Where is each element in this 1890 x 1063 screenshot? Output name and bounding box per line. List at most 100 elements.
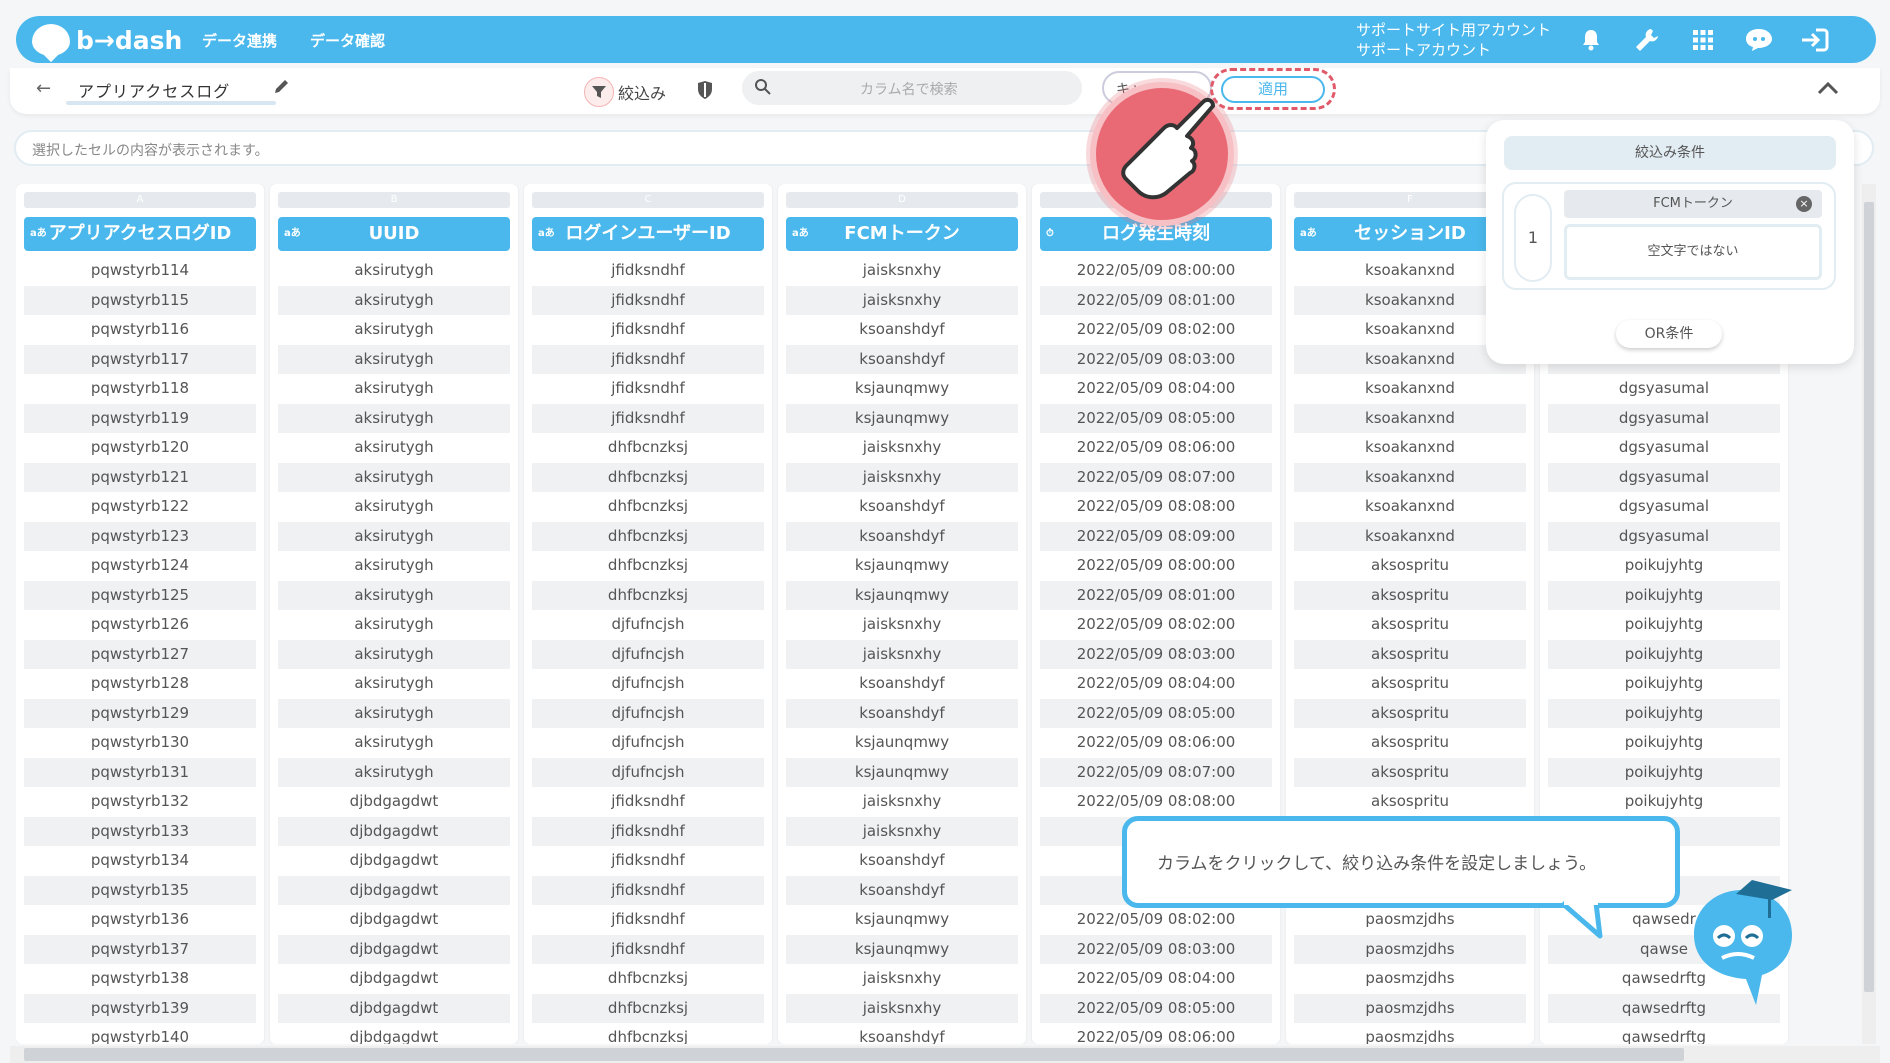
table-cell[interactable]: jfidksndhf [532,875,764,905]
table-cell[interactable]: 2022/05/09 08:01:00 [1040,580,1272,610]
table-cell[interactable]: aksirutygh [278,728,510,758]
table-cell[interactable]: aksirutygh [278,433,510,463]
table-cell[interactable]: aksospritu [1294,757,1526,787]
column-header[interactable]: aあ FCMトークン [786,217,1018,251]
column-header[interactable]: aあ UUID [278,217,510,251]
table-cell[interactable]: pqwstyrb131 [24,757,256,787]
table-cell[interactable]: dgsyasumal [1548,492,1780,522]
table-cell[interactable]: jfidksndhf [532,256,764,286]
table-cell[interactable]: 2022/05/09 08:06:00 [1040,433,1272,463]
table-cell[interactable]: aksirutygh [278,315,510,345]
filter-condition-card[interactable]: 1 FCMトークン × 空文字ではない [1502,182,1836,290]
table-cell[interactable]: pqwstyrb137 [24,934,256,964]
table-cell[interactable]: dhfbcnzksj [532,492,764,522]
table-cell[interactable]: poikujyhtg [1548,580,1780,610]
table-cell[interactable]: dhfbcnzksj [532,551,764,581]
table-cell[interactable]: pqwstyrb130 [24,728,256,758]
table-cell[interactable]: poikujyhtg [1548,639,1780,669]
or-condition-button[interactable]: OR条件 [1616,320,1722,348]
table-cell[interactable]: qawsedrftg [1548,1023,1780,1044]
vertical-scrollbar[interactable] [1862,184,1876,1044]
table-cell[interactable]: aksirutygh [278,580,510,610]
table-cell[interactable]: 2022/05/09 08:05:00 [1040,698,1272,728]
table-cell[interactable]: pqwstyrb121 [24,462,256,492]
table-cell[interactable]: paosmzjdhs [1294,934,1526,964]
table-cell[interactable]: dhfbcnzksj [532,993,764,1023]
table-cell[interactable]: pqwstyrb139 [24,993,256,1023]
table-cell[interactable]: 2022/05/09 08:07:00 [1040,757,1272,787]
table-cell[interactable]: jaisksnxhy [786,787,1018,817]
table-cell[interactable]: pqwstyrb125 [24,580,256,610]
table-cell[interactable]: aksirutygh [278,403,510,433]
table-cell[interactable]: poikujyhtg [1548,698,1780,728]
table-cell[interactable]: jaisksnxhy [786,285,1018,315]
table-cell[interactable]: ksoanshdyf [786,315,1018,345]
table-cell[interactable]: djbdgagdwt [278,787,510,817]
table-cell[interactable]: jfidksndhf [532,285,764,315]
table-cell[interactable]: pqwstyrb114 [24,256,256,286]
table-cell[interactable]: jfidksndhf [532,344,764,374]
table-cell[interactable]: ksoanshdyf [786,492,1018,522]
table-cell[interactable]: pqwstyrb129 [24,698,256,728]
table-cell[interactable]: dhfbcnzksj [532,580,764,610]
table-cell[interactable]: pqwstyrb119 [24,403,256,433]
table-cell[interactable]: ksjaunqmwy [786,551,1018,581]
table-cell[interactable]: aksirutygh [278,462,510,492]
table-cell[interactable]: pqwstyrb134 [24,846,256,876]
table-cell[interactable]: pqwstyrb115 [24,285,256,315]
table-cell[interactable]: djbdgagdwt [278,846,510,876]
nav-data-check[interactable]: データ確認 [310,30,385,51]
remove-condition-icon[interactable]: × [1796,196,1812,212]
table-cell[interactable]: dgsyasumal [1548,462,1780,492]
table-cell[interactable]: 2022/05/09 08:04:00 [1040,964,1272,994]
table-cell[interactable]: jfidksndhf [532,403,764,433]
table-cell[interactable]: pqwstyrb124 [24,551,256,581]
table-cell[interactable]: 2022/05/09 08:00:00 [1040,551,1272,581]
table-cell[interactable]: 2022/05/09 08:04:00 [1040,669,1272,699]
grid-column[interactable]: Baあ UUID aksirutygh aksirutygh aksirutygh aks… [270,184,518,1044]
table-cell[interactable]: 2022/05/09 08:05:00 [1040,403,1272,433]
table-cell[interactable]: jaisksnxhy [786,816,1018,846]
grid-icon[interactable] [1688,25,1718,55]
table-cell[interactable]: pqwstyrb116 [24,315,256,345]
table-cell[interactable]: jfidksndhf [532,905,764,935]
table-cell[interactable]: ksoanshdyf [786,846,1018,876]
table-cell[interactable]: djfufncjsh [532,698,764,728]
table-cell[interactable]: aksirutygh [278,639,510,669]
table-cell[interactable]: aksirutygh [278,698,510,728]
table-cell[interactable]: ksoanshdyf [786,344,1018,374]
table-cell[interactable]: ksoakanxnd [1294,462,1526,492]
table-cell[interactable]: ksjaunqmwy [786,374,1018,404]
table-cell[interactable]: 2022/05/09 08:09:00 [1040,521,1272,551]
table-cell[interactable]: dgsyasumal [1548,521,1780,551]
table-cell[interactable]: djfufncjsh [532,757,764,787]
table-cell[interactable]: pqwstyrb138 [24,964,256,994]
table-cell[interactable]: jfidksndhf [532,315,764,345]
table-cell[interactable]: dhfbcnzksj [532,433,764,463]
table-cell[interactable]: paosmzjdhs [1294,964,1526,994]
table-cell[interactable]: dgsyasumal [1548,374,1780,404]
table-cell[interactable]: djbdgagdwt [278,934,510,964]
table-cell[interactable]: 2022/05/09 08:08:00 [1040,492,1272,522]
table-cell[interactable]: pqwstyrb128 [24,669,256,699]
table-cell[interactable]: ksjaunqmwy [786,580,1018,610]
table-cell[interactable]: aksirutygh [278,256,510,286]
table-cell[interactable]: ksjaunqmwy [786,403,1018,433]
table-cell[interactable]: djfufncjsh [532,639,764,669]
table-cell[interactable]: 2022/05/09 08:03:00 [1040,344,1272,374]
table-cell[interactable]: ksoakanxnd [1294,374,1526,404]
grid-column[interactable]: Daあ FCMトークン jaisksnxhy jaisksnxhy ksoanshdyf… [778,184,1026,1044]
table-cell[interactable]: aksirutygh [278,669,510,699]
table-cell[interactable]: pqwstyrb123 [24,521,256,551]
table-cell[interactable]: 2022/05/09 08:02:00 [1040,315,1272,345]
table-cell[interactable]: 2022/05/09 08:06:00 [1040,1023,1272,1044]
shield-icon[interactable] [696,80,714,104]
table-cell[interactable]: aksirutygh [278,551,510,581]
table-cell[interactable]: poikujyhtg [1548,610,1780,640]
table-cell[interactable]: aksospritu [1294,580,1526,610]
table-cell[interactable]: pqwstyrb122 [24,492,256,522]
table-cell[interactable]: 2022/05/09 08:04:00 [1040,374,1272,404]
table-cell[interactable]: djbdgagdwt [278,875,510,905]
chevron-up-icon[interactable] [1816,80,1840,100]
table-cell[interactable]: ksjaunqmwy [786,728,1018,758]
